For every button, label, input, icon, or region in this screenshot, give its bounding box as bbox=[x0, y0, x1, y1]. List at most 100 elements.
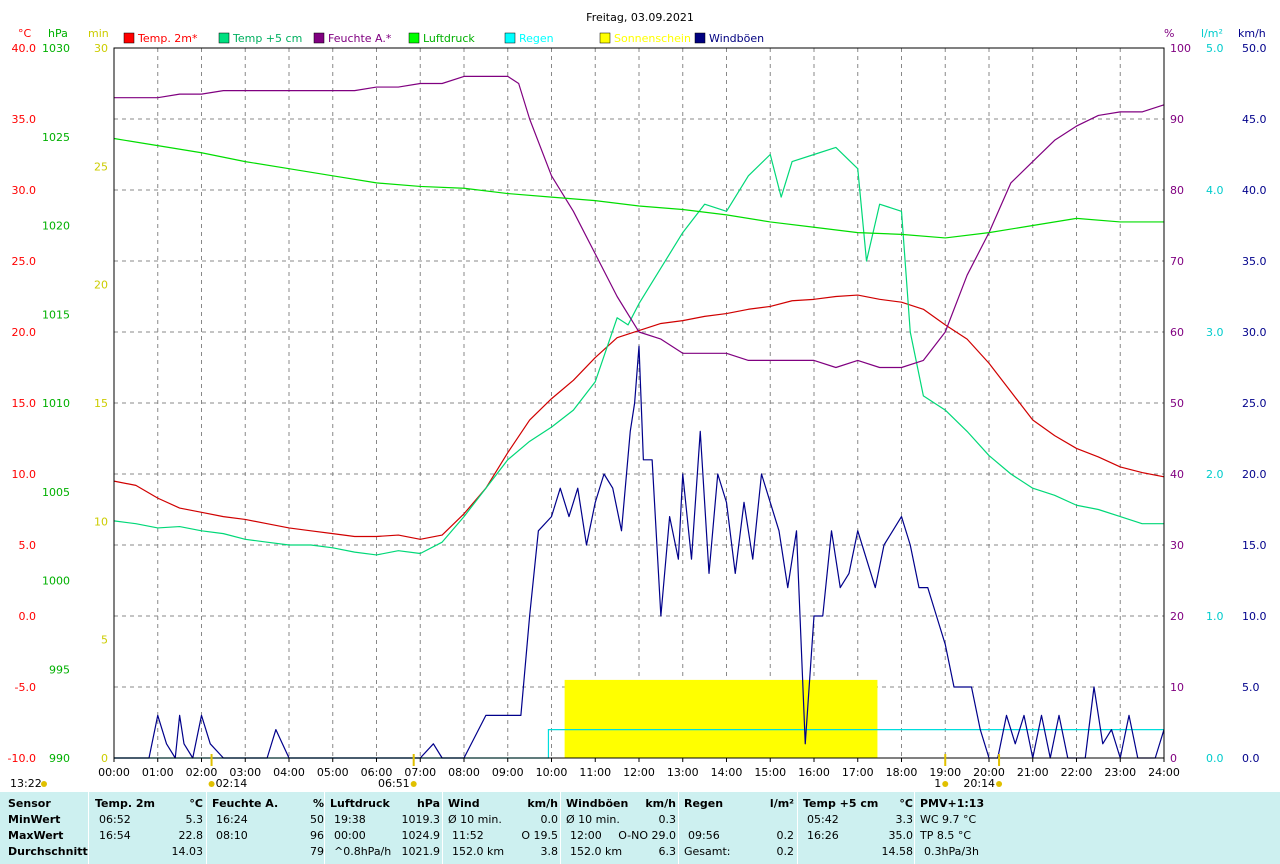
legend-swatch bbox=[408, 32, 420, 44]
table-section-unit: km/h bbox=[527, 797, 558, 810]
legend-swatch bbox=[694, 32, 706, 44]
marker-label: 06:51 bbox=[378, 777, 410, 790]
sunshine-bar bbox=[564, 679, 878, 758]
table-cell-value: 14.03 bbox=[171, 845, 204, 858]
rain-tick-label: 1.0 bbox=[1206, 610, 1224, 623]
table-cell-value: 0.3 bbox=[658, 813, 677, 826]
temp-tick-label: 15.0 bbox=[12, 397, 37, 410]
table-cell-value: O 19.5 bbox=[521, 829, 558, 842]
table-cell-value: 1019.3 bbox=[401, 813, 441, 826]
pressure-tick-label: 1010 bbox=[42, 397, 70, 410]
x-tick-label: 05:00 bbox=[317, 766, 349, 779]
pressure-tick-label: 1025 bbox=[42, 131, 70, 144]
legend-swatch bbox=[123, 32, 135, 44]
marker-dot bbox=[208, 781, 215, 787]
table-cell-value: 50 bbox=[310, 813, 324, 826]
legend-label: Feuchte A.* bbox=[328, 32, 392, 45]
table-column-separator bbox=[206, 792, 207, 864]
temp-unit-label: °C bbox=[18, 27, 32, 40]
temp-tick-label: 20.0 bbox=[12, 326, 37, 339]
x-tick-label: 08:00 bbox=[448, 766, 480, 779]
x-tick-label: 04:00 bbox=[273, 766, 305, 779]
legend-swatch bbox=[218, 32, 230, 44]
wind-tick-label: 40.0 bbox=[1242, 184, 1267, 197]
rain-tick-label: 2.0 bbox=[1206, 468, 1224, 481]
legend-label: Regen bbox=[519, 32, 554, 45]
wind-tick-label: 20.0 bbox=[1242, 468, 1267, 481]
chart-background bbox=[0, 0, 1280, 792]
marker-dot bbox=[410, 781, 417, 787]
table-column-separator bbox=[678, 792, 679, 864]
humidity-tick-label: 80 bbox=[1170, 184, 1184, 197]
legend-swatch bbox=[504, 32, 516, 44]
x-tick-label: 18:00 bbox=[886, 766, 918, 779]
table-cell-label: TP 8.5 °C bbox=[920, 829, 972, 842]
footer-left-time: 13:22 bbox=[10, 777, 42, 790]
wind-unit-label: km/h bbox=[1238, 27, 1266, 40]
rain-unit-label: l/m² bbox=[1201, 27, 1223, 40]
humidity-tick-label: 0 bbox=[1170, 752, 1177, 765]
table-cell-value: 6.3 bbox=[658, 845, 677, 858]
wind-tick-label: 30.0 bbox=[1242, 326, 1267, 339]
wind-tick-label: 10.0 bbox=[1242, 610, 1267, 623]
x-tick-label: 01:00 bbox=[142, 766, 174, 779]
humidity-tick-label: 60 bbox=[1170, 326, 1184, 339]
marker-label: 1 bbox=[934, 777, 941, 790]
rain-tick-label: 0.0 bbox=[1206, 752, 1224, 765]
pressure-tick-label: 1020 bbox=[42, 220, 70, 233]
minutes-tick-label: 5 bbox=[101, 634, 108, 647]
x-tick-label: 21:00 bbox=[1017, 766, 1049, 779]
pressure-tick-label: 1005 bbox=[42, 486, 70, 499]
marker-label: 20:14 bbox=[963, 777, 995, 790]
table-row-label: Durchschnitt bbox=[8, 845, 88, 858]
x-tick-label: 09:00 bbox=[492, 766, 524, 779]
humidity-tick-label: 70 bbox=[1170, 255, 1184, 268]
table-cell-value: 1024.9 bbox=[401, 829, 441, 842]
x-tick-label: 17:00 bbox=[842, 766, 874, 779]
wind-tick-label: 50.0 bbox=[1242, 42, 1267, 55]
sun-icon bbox=[41, 781, 47, 787]
legend-swatch bbox=[599, 32, 611, 44]
statistics-table: Sensor MinWert MaxWert Durchschnitt Temp. 2m… bbox=[0, 792, 1280, 864]
temp-tick-label: 35.0 bbox=[12, 113, 37, 126]
minutes-tick-label: 0 bbox=[101, 752, 108, 765]
rain-tick-label: 3.0 bbox=[1206, 326, 1224, 339]
temp-tick-label: 5.0 bbox=[19, 539, 37, 552]
table-cell-value: 0.0 bbox=[540, 813, 559, 826]
x-tick-label: 24:00 bbox=[1148, 766, 1180, 779]
sunshine-band bbox=[564, 679, 878, 758]
table-cell-value: 5.3 bbox=[185, 813, 204, 826]
table-column-separator bbox=[560, 792, 561, 864]
table-cell-value: 14.58 bbox=[881, 845, 914, 858]
temp-tick-label: 30.0 bbox=[12, 184, 37, 197]
table-section-unit: °C bbox=[189, 797, 203, 810]
table-section-header: PMV+1:13 bbox=[920, 797, 985, 810]
wind-tick-label: 5.0 bbox=[1242, 681, 1260, 694]
legend: Temp. 2m* Temp +5 cm Feuchte A.* Luftdruck R… bbox=[123, 32, 764, 45]
x-tick-label: 22:00 bbox=[1061, 766, 1093, 779]
table-cell-value: 79 bbox=[310, 845, 324, 858]
table-cell-label: WC 9.7 °C bbox=[920, 813, 977, 826]
chart-title: Freitag, 03.09.2021 bbox=[586, 11, 694, 24]
table-cell-value: 0.2 bbox=[776, 845, 795, 858]
table-section-unit: km/h bbox=[645, 797, 676, 810]
pressure-tick-label: 995 bbox=[49, 663, 70, 676]
legend-label: Temp. 2m* bbox=[137, 32, 198, 45]
humidity-tick-label: 10 bbox=[1170, 681, 1184, 694]
x-tick-label: 11:00 bbox=[579, 766, 611, 779]
minutes-unit-label: min bbox=[88, 27, 109, 40]
temp-tick-label: 40.0 bbox=[12, 42, 37, 55]
table-row-label: MaxWert bbox=[8, 829, 64, 842]
minutes-tick-label: 15 bbox=[94, 397, 108, 410]
table-column-separator bbox=[442, 792, 443, 864]
marker-dot bbox=[942, 781, 949, 787]
table-section-unit: % bbox=[312, 797, 324, 810]
temp-tick-label: 10.0 bbox=[12, 468, 37, 481]
marker-dot bbox=[996, 781, 1003, 787]
legend-label: Windböen bbox=[709, 32, 764, 45]
legend-label: Temp +5 cm bbox=[232, 32, 302, 45]
x-tick-label: 10:00 bbox=[536, 766, 568, 779]
pressure-tick-label: 990 bbox=[49, 752, 70, 765]
table-cell-value: 96 bbox=[310, 829, 324, 842]
humidity-tick-label: 50 bbox=[1170, 397, 1184, 410]
